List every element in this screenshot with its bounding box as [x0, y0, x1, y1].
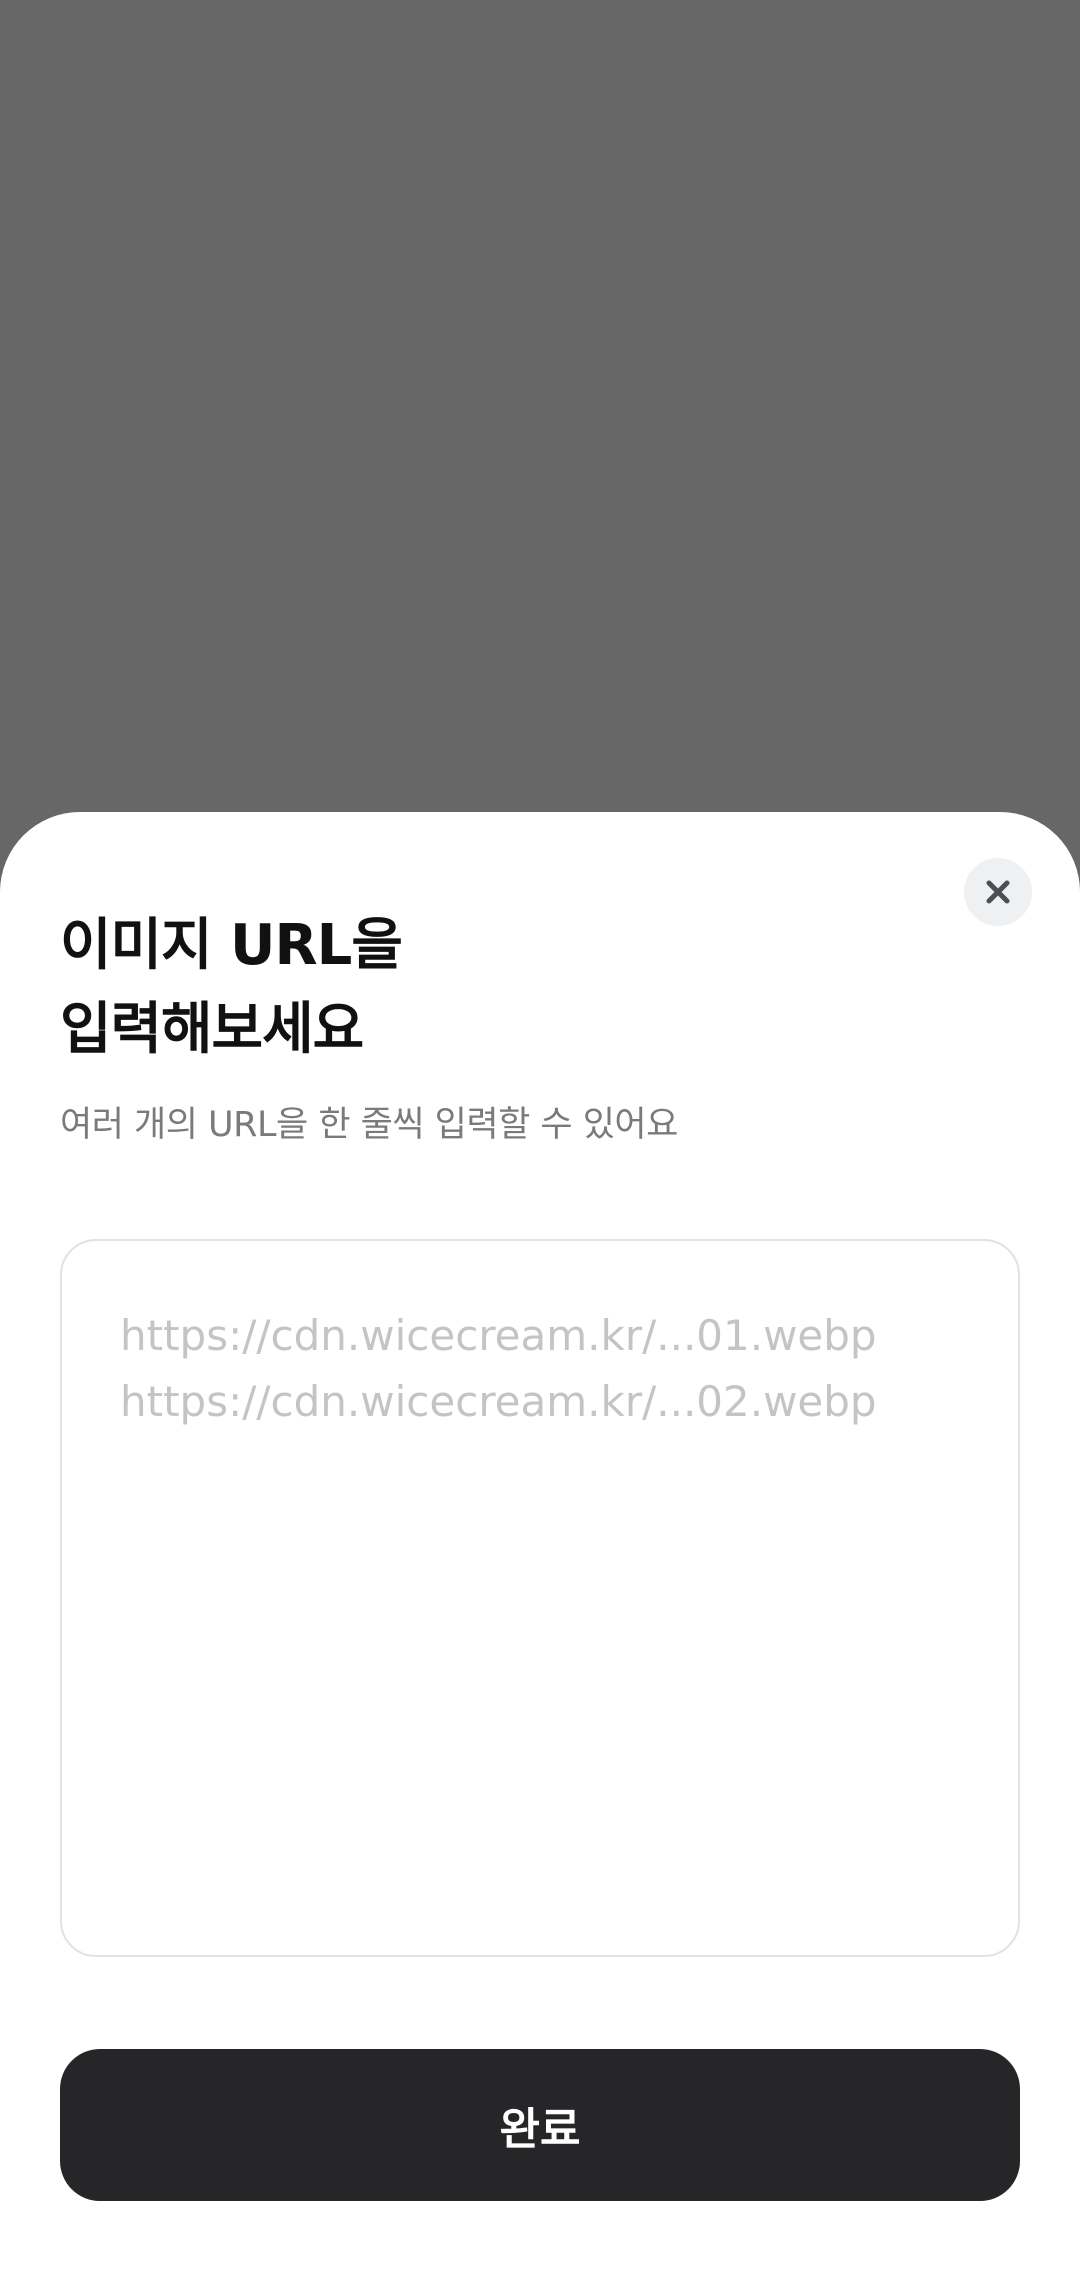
title-line-2: 입력해보세요 [60, 997, 364, 1062]
url-textarea[interactable] [62, 1241, 1018, 1955]
url-input-box[interactable]: https://cdn.wicecream.kr/...01.webp http… [60, 1239, 1020, 1957]
screen: 이미지 URL을 입력해보세요 여러 개의 URL을 한 줄씩 입력할 수 있어… [0, 0, 1080, 2280]
title-line-1: 이미지 URL을 [60, 913, 403, 978]
close-icon [986, 880, 1010, 904]
page-title: 이미지 URL을 입력해보세요 [60, 904, 940, 1072]
done-button[interactable]: 완료 [60, 2049, 1020, 2201]
close-button[interactable] [964, 858, 1032, 926]
subtitle: 여러 개의 URL을 한 줄씩 입력할 수 있어요 [60, 1105, 678, 1145]
